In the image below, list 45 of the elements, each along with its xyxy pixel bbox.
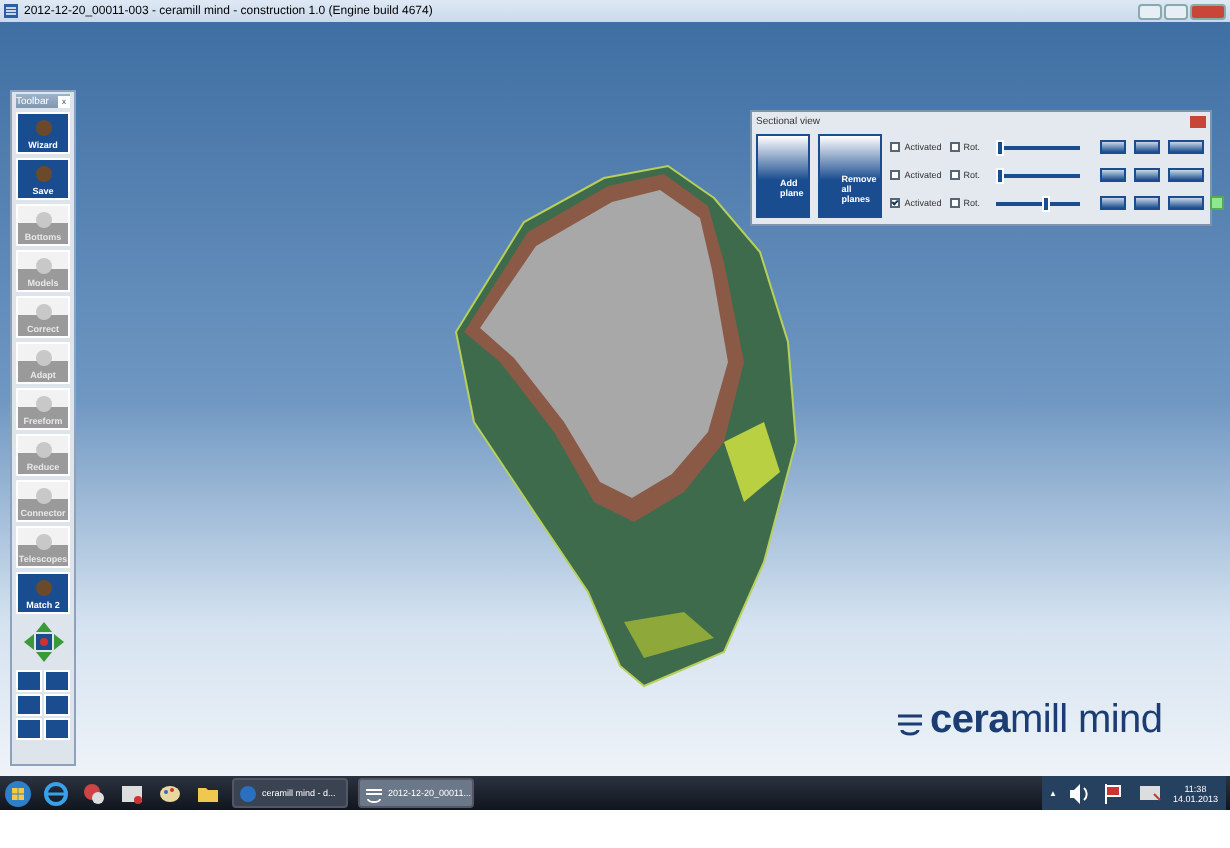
checkbox[interactable] <box>949 198 960 208</box>
tool-icon <box>31 256 55 276</box>
plane-button[interactable] <box>1134 168 1161 182</box>
view-button[interactable] <box>44 694 70 716</box>
plane-button[interactable] <box>1134 140 1161 154</box>
slider-thumb[interactable] <box>1041 195 1050 211</box>
app-icon[interactable] <box>80 779 108 807</box>
slider-thumb[interactable] <box>996 167 1005 183</box>
app-icon <box>238 783 258 803</box>
tool-icon <box>31 532 55 552</box>
plane-button[interactable] <box>1100 140 1127 154</box>
checkbox[interactable] <box>949 170 960 180</box>
tool-icon <box>31 394 55 414</box>
speaker-icon[interactable] <box>1064 779 1093 807</box>
logo-text: ceramill mind <box>930 698 1163 744</box>
plane-button[interactable] <box>1100 196 1127 210</box>
checkbox[interactable] <box>890 170 901 180</box>
close-button[interactable] <box>1190 3 1226 19</box>
browser-icon[interactable] <box>42 779 70 807</box>
app-icon <box>364 783 384 803</box>
view-button[interactable] <box>16 670 42 692</box>
tool-icon <box>31 440 55 460</box>
plane-button[interactable] <box>1168 140 1205 154</box>
view-button[interactable] <box>44 718 70 740</box>
view-button[interactable] <box>16 718 42 740</box>
tool-icon <box>31 302 55 322</box>
checkbox[interactable] <box>890 142 901 152</box>
plane-button[interactable] <box>1168 196 1205 210</box>
slider-thumb[interactable] <box>996 139 1005 155</box>
plane-button[interactable] <box>1134 196 1161 210</box>
view-button[interactable] <box>16 694 42 716</box>
plane-button[interactable] <box>1168 168 1205 182</box>
direction-pad-icon[interactable] <box>23 622 63 662</box>
tool-icon <box>31 118 55 138</box>
checkbox[interactable] <box>949 142 960 152</box>
checkbox[interactable] <box>890 198 901 208</box>
plane-button[interactable] <box>1100 168 1127 182</box>
tool-icon <box>31 164 55 184</box>
start-button[interactable] <box>4 779 32 807</box>
tool-icon <box>31 578 55 598</box>
tool-icon <box>31 486 55 506</box>
app-icon <box>4 4 18 18</box>
tool-icon <box>31 210 55 230</box>
tool-icon <box>31 348 55 368</box>
view-button[interactable] <box>44 670 70 692</box>
